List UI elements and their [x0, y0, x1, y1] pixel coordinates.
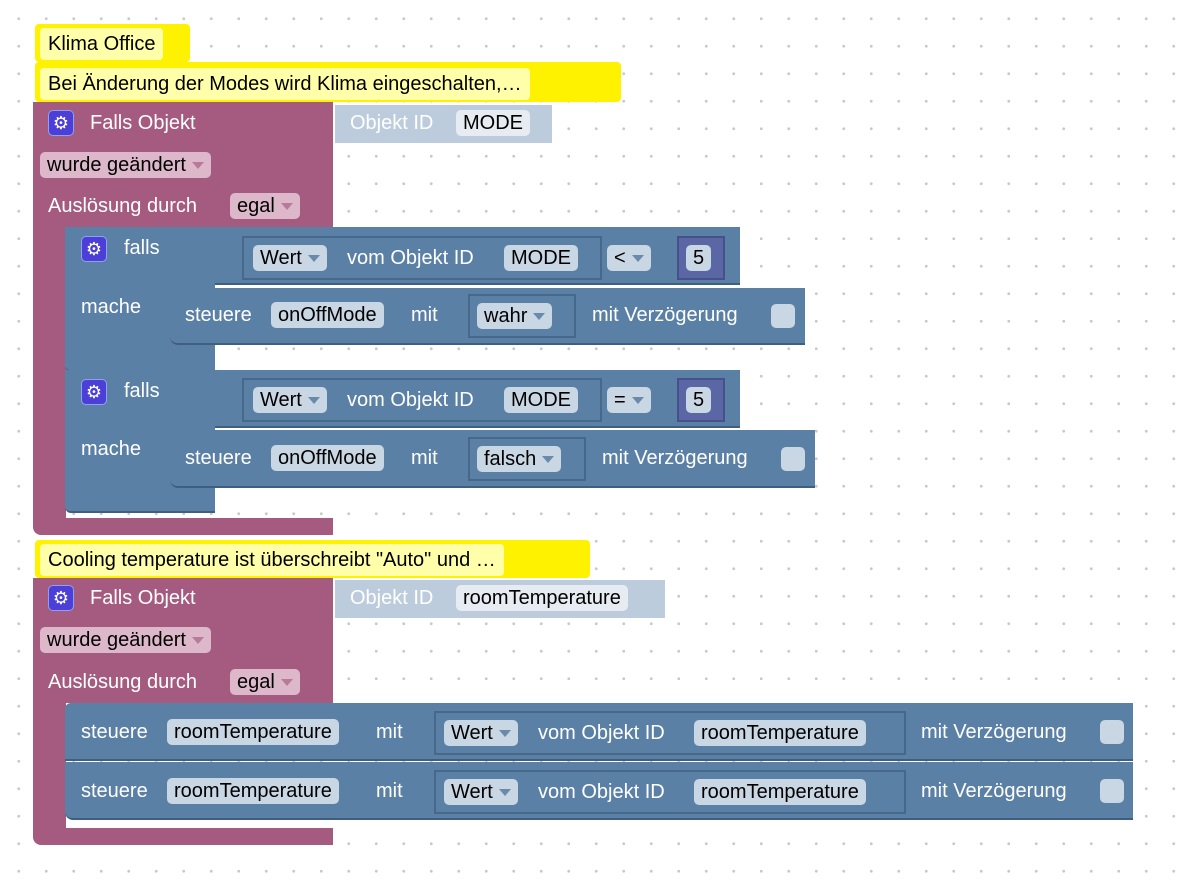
mache-label: mache [81, 438, 142, 460]
from-label: vom Objekt ID [347, 389, 474, 411]
gear-icon[interactable]: ⚙ [81, 236, 107, 262]
value-dropdown[interactable]: Wert [444, 779, 518, 805]
from-label: vom Objekt ID [347, 247, 474, 269]
value-dropdown[interactable]: Wert [253, 387, 327, 413]
block-label: Falls Objekt [90, 587, 196, 609]
target-field[interactable]: onOffMode [271, 445, 384, 471]
comment-text: Bei Änderung der Modes wird Klima einges… [40, 68, 530, 100]
object-id-field[interactable]: roomTemperature [694, 779, 866, 805]
from-label: vom Objekt ID [538, 722, 665, 744]
condition-dropdown[interactable]: wurde geändert [40, 627, 211, 653]
delay-checkbox[interactable] [771, 304, 795, 328]
steuere-label: steuere [81, 721, 148, 743]
on-change-block-body [33, 700, 66, 835]
falls-label: falls [124, 237, 160, 259]
steuere-label: steuere [81, 780, 148, 802]
operator-dropdown[interactable]: < [607, 245, 651, 271]
steuere-label: steuere [185, 447, 252, 469]
object-id-field[interactable]: MODE [504, 387, 578, 413]
delay-checkbox[interactable] [781, 447, 805, 471]
mache-label: mache [81, 296, 142, 318]
delay-checkbox[interactable] [1100, 779, 1124, 803]
operator-dropdown[interactable]: = [607, 387, 651, 413]
delay-checkbox[interactable] [1100, 720, 1124, 744]
from-label: vom Objekt ID [538, 781, 665, 803]
boolean-dropdown[interactable]: falsch [477, 446, 562, 472]
on-change-block-bottom [33, 828, 333, 845]
delay-label: mit Verzögerung [921, 780, 1067, 802]
target-field[interactable]: onOffMode [271, 302, 384, 328]
on-change-block-body [33, 225, 66, 525]
object-id-field[interactable]: roomTemperature [456, 585, 628, 611]
object-id-field[interactable]: MODE [504, 245, 578, 271]
source-dropdown[interactable]: egal [230, 193, 300, 219]
delay-label: mit Verzögerung [592, 304, 738, 326]
mit-label: mit [376, 721, 403, 743]
object-id-field[interactable]: roomTemperature [694, 720, 866, 746]
object-id-label: Objekt ID [350, 112, 434, 134]
object-id-field[interactable]: MODE [456, 110, 530, 136]
value-dropdown[interactable]: Wert [444, 720, 518, 746]
delay-label: mit Verzögerung [602, 447, 748, 469]
comment-text: Cooling temperature ist überschreibt "Au… [40, 544, 504, 576]
mit-label: mit [411, 447, 438, 469]
block-label: Falls Objekt [90, 112, 196, 134]
boolean-dropdown[interactable]: wahr [477, 303, 553, 329]
mit-label: mit [411, 304, 438, 326]
target-field[interactable]: roomTemperature [167, 778, 339, 804]
steuere-label: steuere [185, 304, 252, 326]
source-label: Auslösung durch [48, 671, 197, 693]
on-change-block-bottom [33, 518, 333, 535]
gear-icon[interactable]: ⚙ [48, 585, 74, 611]
value-dropdown[interactable]: Wert [253, 245, 327, 271]
number-field[interactable]: 5 [686, 387, 712, 413]
gear-icon[interactable]: ⚙ [48, 110, 74, 136]
condition-dropdown[interactable]: wurde geändert [40, 152, 211, 178]
falls-label: falls [124, 380, 160, 402]
target-field[interactable]: roomTemperature [167, 719, 339, 745]
delay-label: mit Verzögerung [921, 721, 1067, 743]
number-field[interactable]: 5 [686, 245, 712, 271]
source-label: Auslösung durch [48, 195, 197, 217]
source-dropdown[interactable]: egal [230, 669, 300, 695]
gear-icon[interactable]: ⚙ [81, 379, 107, 405]
comment-text: Klima Office [40, 28, 164, 60]
object-id-label: Objekt ID [350, 587, 434, 609]
mit-label: mit [376, 780, 403, 802]
